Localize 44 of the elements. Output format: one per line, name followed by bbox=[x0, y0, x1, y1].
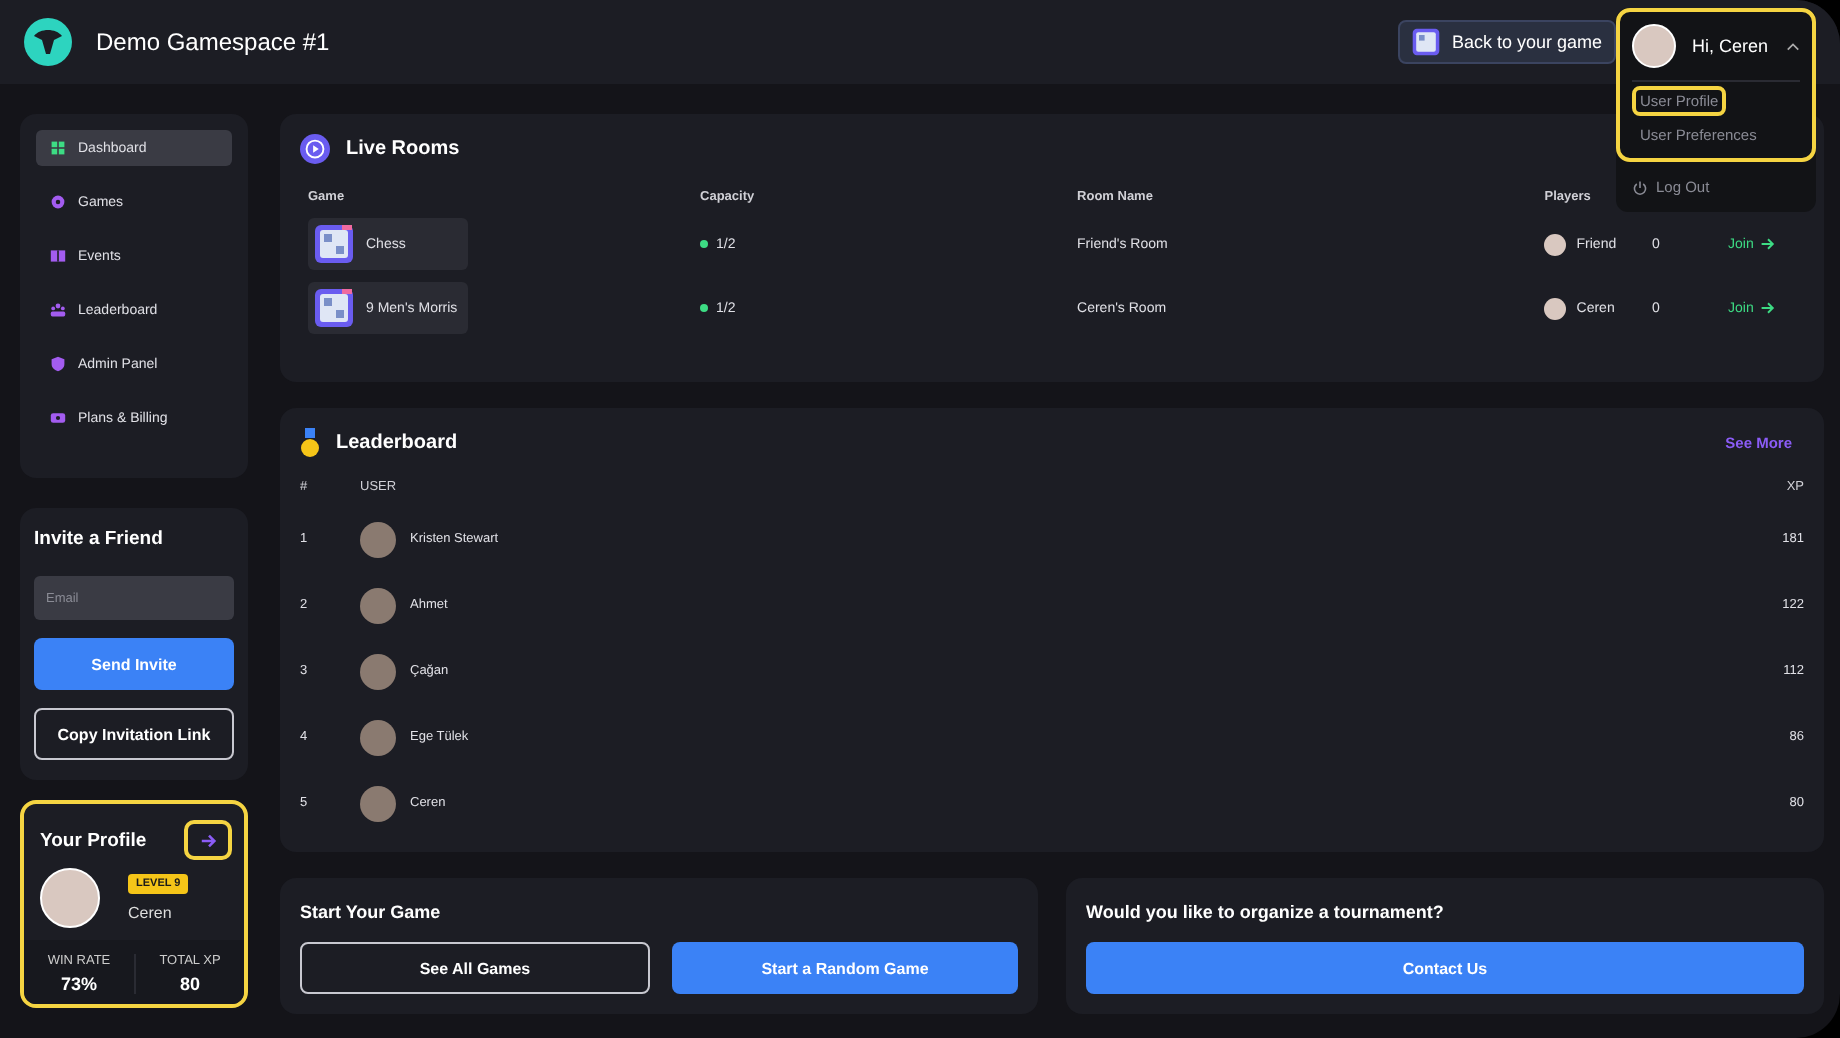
caret-icon[interactable] bbox=[1786, 39, 1800, 53]
logo-icon bbox=[24, 18, 72, 66]
send-invite-button[interactable]: Send Invite bbox=[34, 638, 234, 690]
card-title: Start Your Game bbox=[300, 902, 443, 922]
card-icon bbox=[50, 410, 66, 426]
arrow-icon bbox=[1759, 300, 1776, 316]
user-avatar bbox=[360, 653, 396, 689]
greeting: Hi, Ceren bbox=[1692, 36, 1770, 56]
section-title: Leaderboard bbox=[336, 432, 460, 454]
arrow-icon bbox=[199, 831, 217, 849]
copy-link-button[interactable]: Copy Invitation Link bbox=[34, 708, 234, 760]
user-avatar bbox=[360, 719, 396, 755]
invite-title: Invite a Friend bbox=[34, 528, 165, 550]
power-icon bbox=[1632, 179, 1648, 195]
open-profile-button[interactable] bbox=[184, 820, 232, 860]
live-icon bbox=[300, 134, 330, 164]
stat-value: 73% bbox=[60, 974, 97, 994]
profile-title: Your Profile bbox=[40, 829, 147, 851]
contact-us-button[interactable]: Contact Us bbox=[1086, 942, 1804, 994]
random-game-button[interactable]: Start a Random Game bbox=[672, 942, 1018, 994]
stat-value: 80 bbox=[179, 974, 200, 994]
section-title: Live Rooms bbox=[346, 138, 462, 160]
board-game-icon bbox=[314, 224, 354, 264]
disc-icon bbox=[50, 194, 66, 210]
user-avatar bbox=[360, 521, 396, 557]
medal-icon bbox=[300, 428, 320, 458]
see-all-games-button[interactable]: See All Games bbox=[300, 942, 650, 994]
film-icon bbox=[50, 248, 66, 264]
board-game-icon bbox=[314, 288, 354, 328]
back-to-game-button[interactable]: Back to your game bbox=[1397, 20, 1616, 64]
user-avatar bbox=[360, 785, 396, 821]
avatar bbox=[1632, 24, 1676, 68]
workspace-title: Demo Gamespace #1 bbox=[96, 28, 332, 56]
player-avatar bbox=[1544, 233, 1567, 255]
arrow-icon bbox=[1759, 236, 1776, 252]
people-icon bbox=[50, 302, 66, 318]
profile-name: Ceren bbox=[128, 904, 174, 922]
board-game-icon bbox=[1411, 28, 1440, 56]
grid-icon bbox=[50, 140, 66, 156]
player-avatar bbox=[1544, 297, 1567, 319]
avatar bbox=[40, 868, 100, 928]
user-avatar bbox=[360, 587, 396, 623]
shield-icon bbox=[50, 356, 66, 372]
card-title: Would you like to organize a tournament? bbox=[1086, 902, 1446, 922]
